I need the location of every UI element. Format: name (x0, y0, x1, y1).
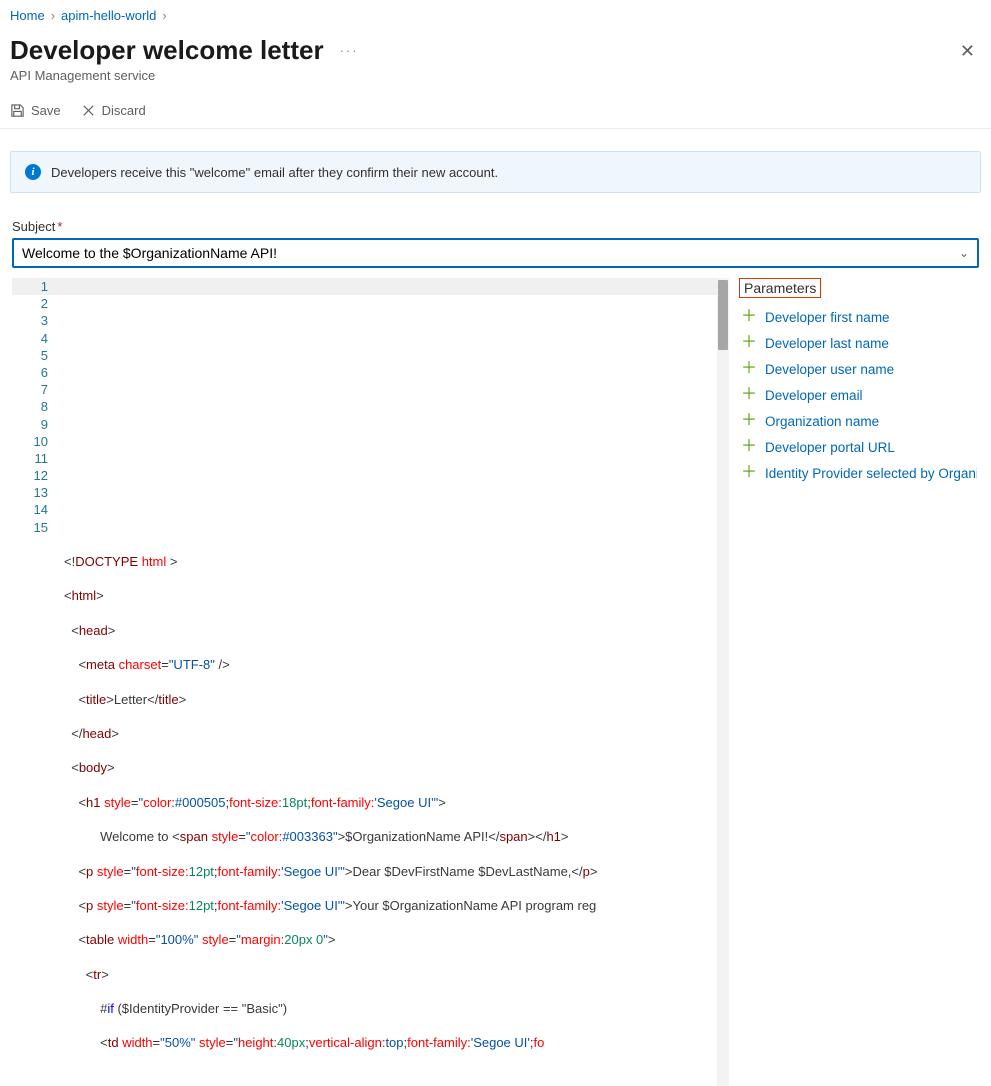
subject-input[interactable] (22, 245, 959, 261)
param-dev-email[interactable]: ＋Developer email (739, 382, 979, 408)
command-bar: Save Discard (0, 97, 991, 129)
save-button[interactable]: Save (10, 103, 61, 118)
page-title: Developer welcome letter (10, 35, 324, 66)
parameters-heading: Parameters (739, 278, 821, 298)
plus-icon: ＋ (741, 465, 757, 481)
breadcrumb: Home › apim-hello-world › (0, 0, 991, 31)
chevron-down-icon[interactable]: ⌄ (959, 246, 969, 260)
info-text: Developers receive this "welcome" email … (51, 165, 498, 180)
discard-button[interactable]: Discard (81, 103, 146, 118)
code-editor[interactable]: 123456789101112131415 <!DOCTYPE html > <… (12, 278, 729, 1086)
plus-icon: ＋ (741, 387, 757, 403)
discard-icon (81, 103, 96, 118)
scrollbar-thumb[interactable] (718, 280, 728, 350)
param-dev-user-name[interactable]: ＋Developer user name (739, 356, 979, 382)
param-dev-first-name[interactable]: ＋Developer first name (739, 304, 979, 330)
subject-label: Subject* (6, 219, 985, 238)
chevron-right-icon: › (51, 8, 55, 23)
parameters-sidebar: Parameters ＋Developer first name ＋Develo… (729, 278, 979, 1086)
chevron-right-icon: › (162, 8, 166, 23)
plus-icon: ＋ (741, 361, 757, 377)
info-icon: i (25, 164, 41, 180)
more-icon[interactable]: ··· (340, 43, 359, 58)
close-icon[interactable]: ✕ (960, 42, 981, 60)
discard-label: Discard (102, 103, 146, 118)
save-icon (10, 103, 25, 118)
plus-icon: ＋ (741, 309, 757, 325)
breadcrumb-resource[interactable]: apim-hello-world (61, 8, 156, 23)
param-dev-portal-url[interactable]: ＋Developer portal URL (739, 434, 979, 460)
param-identity-provider[interactable]: ＋Identity Provider selected by Organizat… (739, 460, 979, 486)
editor-content[interactable]: <!DOCTYPE html > <html> <head> <meta cha… (64, 536, 729, 1086)
save-label: Save (31, 103, 61, 118)
plus-icon: ＋ (741, 413, 757, 429)
param-dev-last-name[interactable]: ＋Developer last name (739, 330, 979, 356)
plus-icon: ＋ (741, 439, 757, 455)
subject-input-wrapper[interactable]: ⌄ (12, 238, 979, 268)
page-subtitle: API Management service (0, 68, 991, 97)
editor-gutter: 123456789101112131415 (12, 278, 56, 536)
info-banner: i Developers receive this "welcome" emai… (10, 151, 981, 193)
plus-icon: ＋ (741, 335, 757, 351)
breadcrumb-home[interactable]: Home (10, 8, 45, 23)
param-org-name[interactable]: ＋Organization name (739, 408, 979, 434)
